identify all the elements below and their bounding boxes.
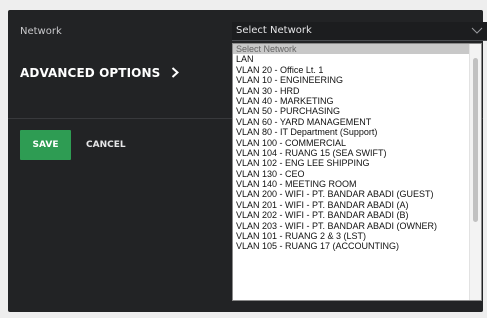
dropdown-option[interactable]: VLAN 201 - WIFI - PT. BANDAR ABADI (A) <box>233 200 469 210</box>
dropdown-option[interactable]: VLAN 203 - WIFI - PT. BANDAR ABADI (OWNE… <box>233 221 469 231</box>
dropdown-option[interactable]: VLAN 40 - MARKETING <box>233 96 469 106</box>
network-dropdown-list[interactable]: Select Network LAN VLAN 20 - Office Lt. 1V… <box>232 43 482 301</box>
network-select[interactable]: Select Network <box>232 22 487 41</box>
dropdown-option[interactable]: VLAN 104 - RUANG 15 (SEA SWIFT) <box>233 148 469 158</box>
dropdown-scrollbar[interactable] <box>469 44 481 300</box>
network-label: Network <box>20 26 62 37</box>
dropdown-option[interactable]: VLAN 30 - HRD <box>233 86 469 96</box>
save-button[interactable]: SAVE <box>20 130 71 160</box>
dropdown-option[interactable]: LAN <box>233 54 469 64</box>
dropdown-option[interactable]: VLAN 10 - ENGINEERING <box>233 75 469 85</box>
chevron-right-icon <box>171 67 179 78</box>
dropdown-option[interactable]: VLAN 80 - IT Department (Support) <box>233 127 469 137</box>
dropdown-option[interactable]: VLAN 140 - MEETING ROOM <box>233 179 469 189</box>
dropdown-option[interactable]: VLAN 202 - WIFI - PT. BANDAR ABADI (B) <box>233 210 469 220</box>
dropdown-options: Select Network LAN VLAN 20 - Office Lt. 1V… <box>233 44 481 252</box>
dropdown-option[interactable]: VLAN 50 - PURCHASING <box>233 106 469 116</box>
dropdown-option[interactable]: VLAN 200 - WIFI - PT. BANDAR ABADI (GUES… <box>233 189 469 199</box>
dropdown-option-selected[interactable]: Select Network <box>233 44 469 55</box>
dropdown-option[interactable]: VLAN 101 - RUANG 2 & 3 (LST) <box>233 231 469 241</box>
network-select-value: Select Network <box>236 25 312 36</box>
advanced-options-toggle[interactable]: ADVANCED OPTIONS <box>20 66 179 80</box>
dropdown-option[interactable]: VLAN 105 - RUANG 17 (ACCOUNTING) <box>233 241 469 251</box>
dropdown-option[interactable]: VLAN 100 - COMMERCIAL <box>233 138 469 148</box>
scrollbar-thumb[interactable] <box>473 58 478 222</box>
dropdown-option[interactable]: VLAN 20 - Office Lt. 1 <box>233 65 469 75</box>
chevron-down-icon <box>471 27 483 34</box>
advanced-options-label: ADVANCED OPTIONS <box>20 66 161 80</box>
dropdown-option[interactable]: VLAN 130 - CEO <box>233 169 469 179</box>
dropdown-option[interactable]: VLAN 60 - YARD MANAGEMENT <box>233 117 469 127</box>
dropdown-option[interactable]: VLAN 102 - ENG LEE SHIPPING <box>233 158 469 168</box>
cancel-button[interactable]: CANCEL <box>76 130 136 160</box>
